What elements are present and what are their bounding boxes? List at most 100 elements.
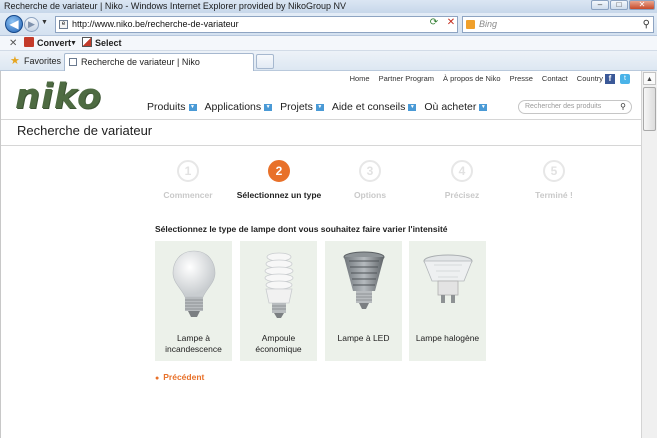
chevron-down-icon: ▼ (408, 103, 417, 111)
bullet-icon: ● (155, 375, 160, 382)
favorites-bar: ★ Favorites Recherche de variateur | Nik… (0, 51, 657, 71)
product-search-placeholder: Rechercher des produits (525, 103, 602, 110)
step-2-label: Sélectionnez un type (236, 190, 322, 200)
lamp-option-incandescent[interactable]: Lampe à incandescence (155, 241, 232, 361)
lamp-label-halogen: Lampe halogène (415, 333, 480, 343)
scroll-thumb[interactable] (643, 87, 656, 131)
step-4: 4 Précisez (437, 160, 487, 200)
url-input[interactable]: e http://www.niko.be/recherche-de-variat… (55, 16, 458, 33)
social-links: f t (605, 74, 630, 84)
top-navigation: Home Partner Program À propos de Niko Pr… (350, 74, 611, 83)
instruction-text: Sélectionnez le type de lampe dont vous … (155, 224, 448, 234)
scroll-up-icon[interactable]: ▲ (643, 72, 656, 85)
nav-projets-label: Projets (280, 101, 313, 113)
maximize-button[interactable]: □ (610, 0, 628, 10)
lamp-label-led: Lampe à LED (337, 333, 390, 343)
topnav-home[interactable]: Home (350, 74, 370, 83)
nav-produits-label: Produits (147, 101, 186, 113)
main-navigation: Produits ▼ Applications ▼ Projets ▼ Aide et… (147, 101, 488, 113)
url-text: http://www.niko.be/recherche-de-variateu… (72, 19, 239, 29)
chevron-down-icon: ▼ (479, 103, 488, 111)
niko-logo[interactable]: niko (15, 77, 102, 117)
lamp-option-halogen[interactable]: Lampe halogène (409, 241, 486, 361)
step-2: 2 Sélectionnez un type (233, 160, 325, 200)
chevron-down-icon: ▼ (264, 103, 273, 111)
twitter-icon[interactable]: t (620, 74, 630, 84)
previous-label: Précédent (163, 372, 205, 382)
chevron-down-icon: ▼ (315, 103, 324, 111)
led-bulb-icon (343, 251, 384, 309)
nav-produits[interactable]: Produits ▼ (147, 101, 197, 113)
browser-tab[interactable]: Recherche de variateur | Niko (64, 53, 254, 71)
browser-search-placeholder: Bing (479, 19, 498, 29)
close-toolbar-icon[interactable]: ✕ (9, 36, 17, 51)
back-button[interactable]: ◀ (5, 15, 23, 33)
step-4-label: Précisez (444, 190, 480, 200)
nav-acheter-label: Où acheter (424, 101, 477, 113)
convert-dropdown-icon[interactable]: ▼ (70, 36, 77, 51)
halogen-bulb-icon (422, 254, 473, 303)
previous-link[interactable]: ● Précédent (155, 372, 204, 382)
lamp-option-led[interactable]: Lampe à LED (325, 241, 402, 361)
history-dropdown-icon[interactable]: ▼ (41, 19, 48, 26)
step-1-number: 1 (177, 160, 199, 182)
stop-icon[interactable]: ✕ (445, 17, 457, 28)
topnav-partner-program[interactable]: Partner Program (379, 74, 434, 83)
cfl-bulb-icon (264, 252, 293, 318)
incandescent-bulb-icon (172, 250, 215, 317)
lamp-label-energy-saving: Ampoule économique (255, 333, 302, 354)
nav-applications-label: Applications (204, 101, 262, 113)
page-viewport: Home Partner Program À propos de Niko Pr… (0, 71, 642, 438)
step-4-number: 4 (451, 160, 473, 182)
title-divider (1, 145, 642, 146)
search-icon[interactable]: ⚲ (643, 17, 650, 32)
browser-search-input[interactable]: Bing ⚲ (462, 16, 654, 33)
step-1: 1 Commencer (158, 160, 218, 200)
command-bar: ✕ Convert ▼ Select (0, 36, 657, 51)
tab-favicon (69, 58, 77, 66)
nav-ou-acheter[interactable]: Où acheter ▼ (424, 101, 488, 113)
search-icon[interactable]: ⚲ (620, 101, 626, 113)
header-divider (1, 119, 642, 120)
window-controls: – □ ✕ (591, 0, 655, 12)
facebook-icon[interactable]: f (605, 74, 615, 84)
lamp-option-energy-saving[interactable]: Ampoule économique (240, 241, 317, 361)
vertical-scrollbar[interactable]: ▲ (641, 71, 657, 438)
step-3-label: Options (353, 190, 387, 200)
step-5-label: Terminé ! (535, 190, 573, 200)
topnav-press[interactable]: Presse (510, 74, 533, 83)
step-1-label: Commencer (163, 190, 213, 200)
close-window-button[interactable]: ✕ (629, 0, 655, 10)
convert-button[interactable]: Convert (24, 36, 71, 51)
forward-button[interactable]: ▶ (24, 17, 39, 32)
nav-aide-label: Aide et conseils (331, 101, 406, 113)
product-search-input[interactable]: Rechercher des produits ⚲ (518, 100, 632, 114)
nav-aide-conseils[interactable]: Aide et conseils ▼ (332, 101, 417, 113)
window-title: Recherche de variateur | Niko - Windows … (4, 1, 346, 11)
favorites-button[interactable]: Favorites (24, 56, 61, 66)
lamp-label-incandescent: Lampe à incandescence (165, 333, 222, 354)
topnav-contact[interactable]: Contact (542, 74, 568, 83)
minimize-button[interactable]: – (591, 0, 609, 10)
window-titlebar: Recherche de variateur | Niko - Windows … (0, 0, 657, 13)
address-actions: ⟳ ✕ (428, 17, 457, 28)
step-5-number: 5 (543, 160, 565, 182)
topnav-about[interactable]: À propos de Niko (443, 74, 501, 83)
step-3-number: 3 (359, 160, 381, 182)
convert-label: Convert (37, 38, 72, 48)
select-label: Select (95, 38, 122, 48)
new-tab-button[interactable] (256, 54, 274, 69)
address-bar: ◀ ▶ ▼ e http://www.niko.be/recherche-de-… (0, 13, 657, 36)
tab-title: Recherche de variateur | Niko (81, 57, 200, 67)
page-favicon: e (59, 20, 68, 29)
step-5: 5 Terminé ! (529, 160, 579, 200)
step-3: 3 Options (345, 160, 395, 200)
nav-applications[interactable]: Applications ▼ (205, 101, 273, 113)
pdf-convert-icon (24, 37, 34, 47)
select-button[interactable]: Select (82, 36, 122, 51)
nav-projets[interactable]: Projets ▼ (280, 101, 324, 113)
refresh-icon[interactable]: ⟳ (428, 17, 440, 28)
favorites-star-icon[interactable]: ★ (10, 54, 20, 67)
chevron-down-icon: ▼ (188, 103, 197, 111)
bing-icon (466, 20, 475, 29)
